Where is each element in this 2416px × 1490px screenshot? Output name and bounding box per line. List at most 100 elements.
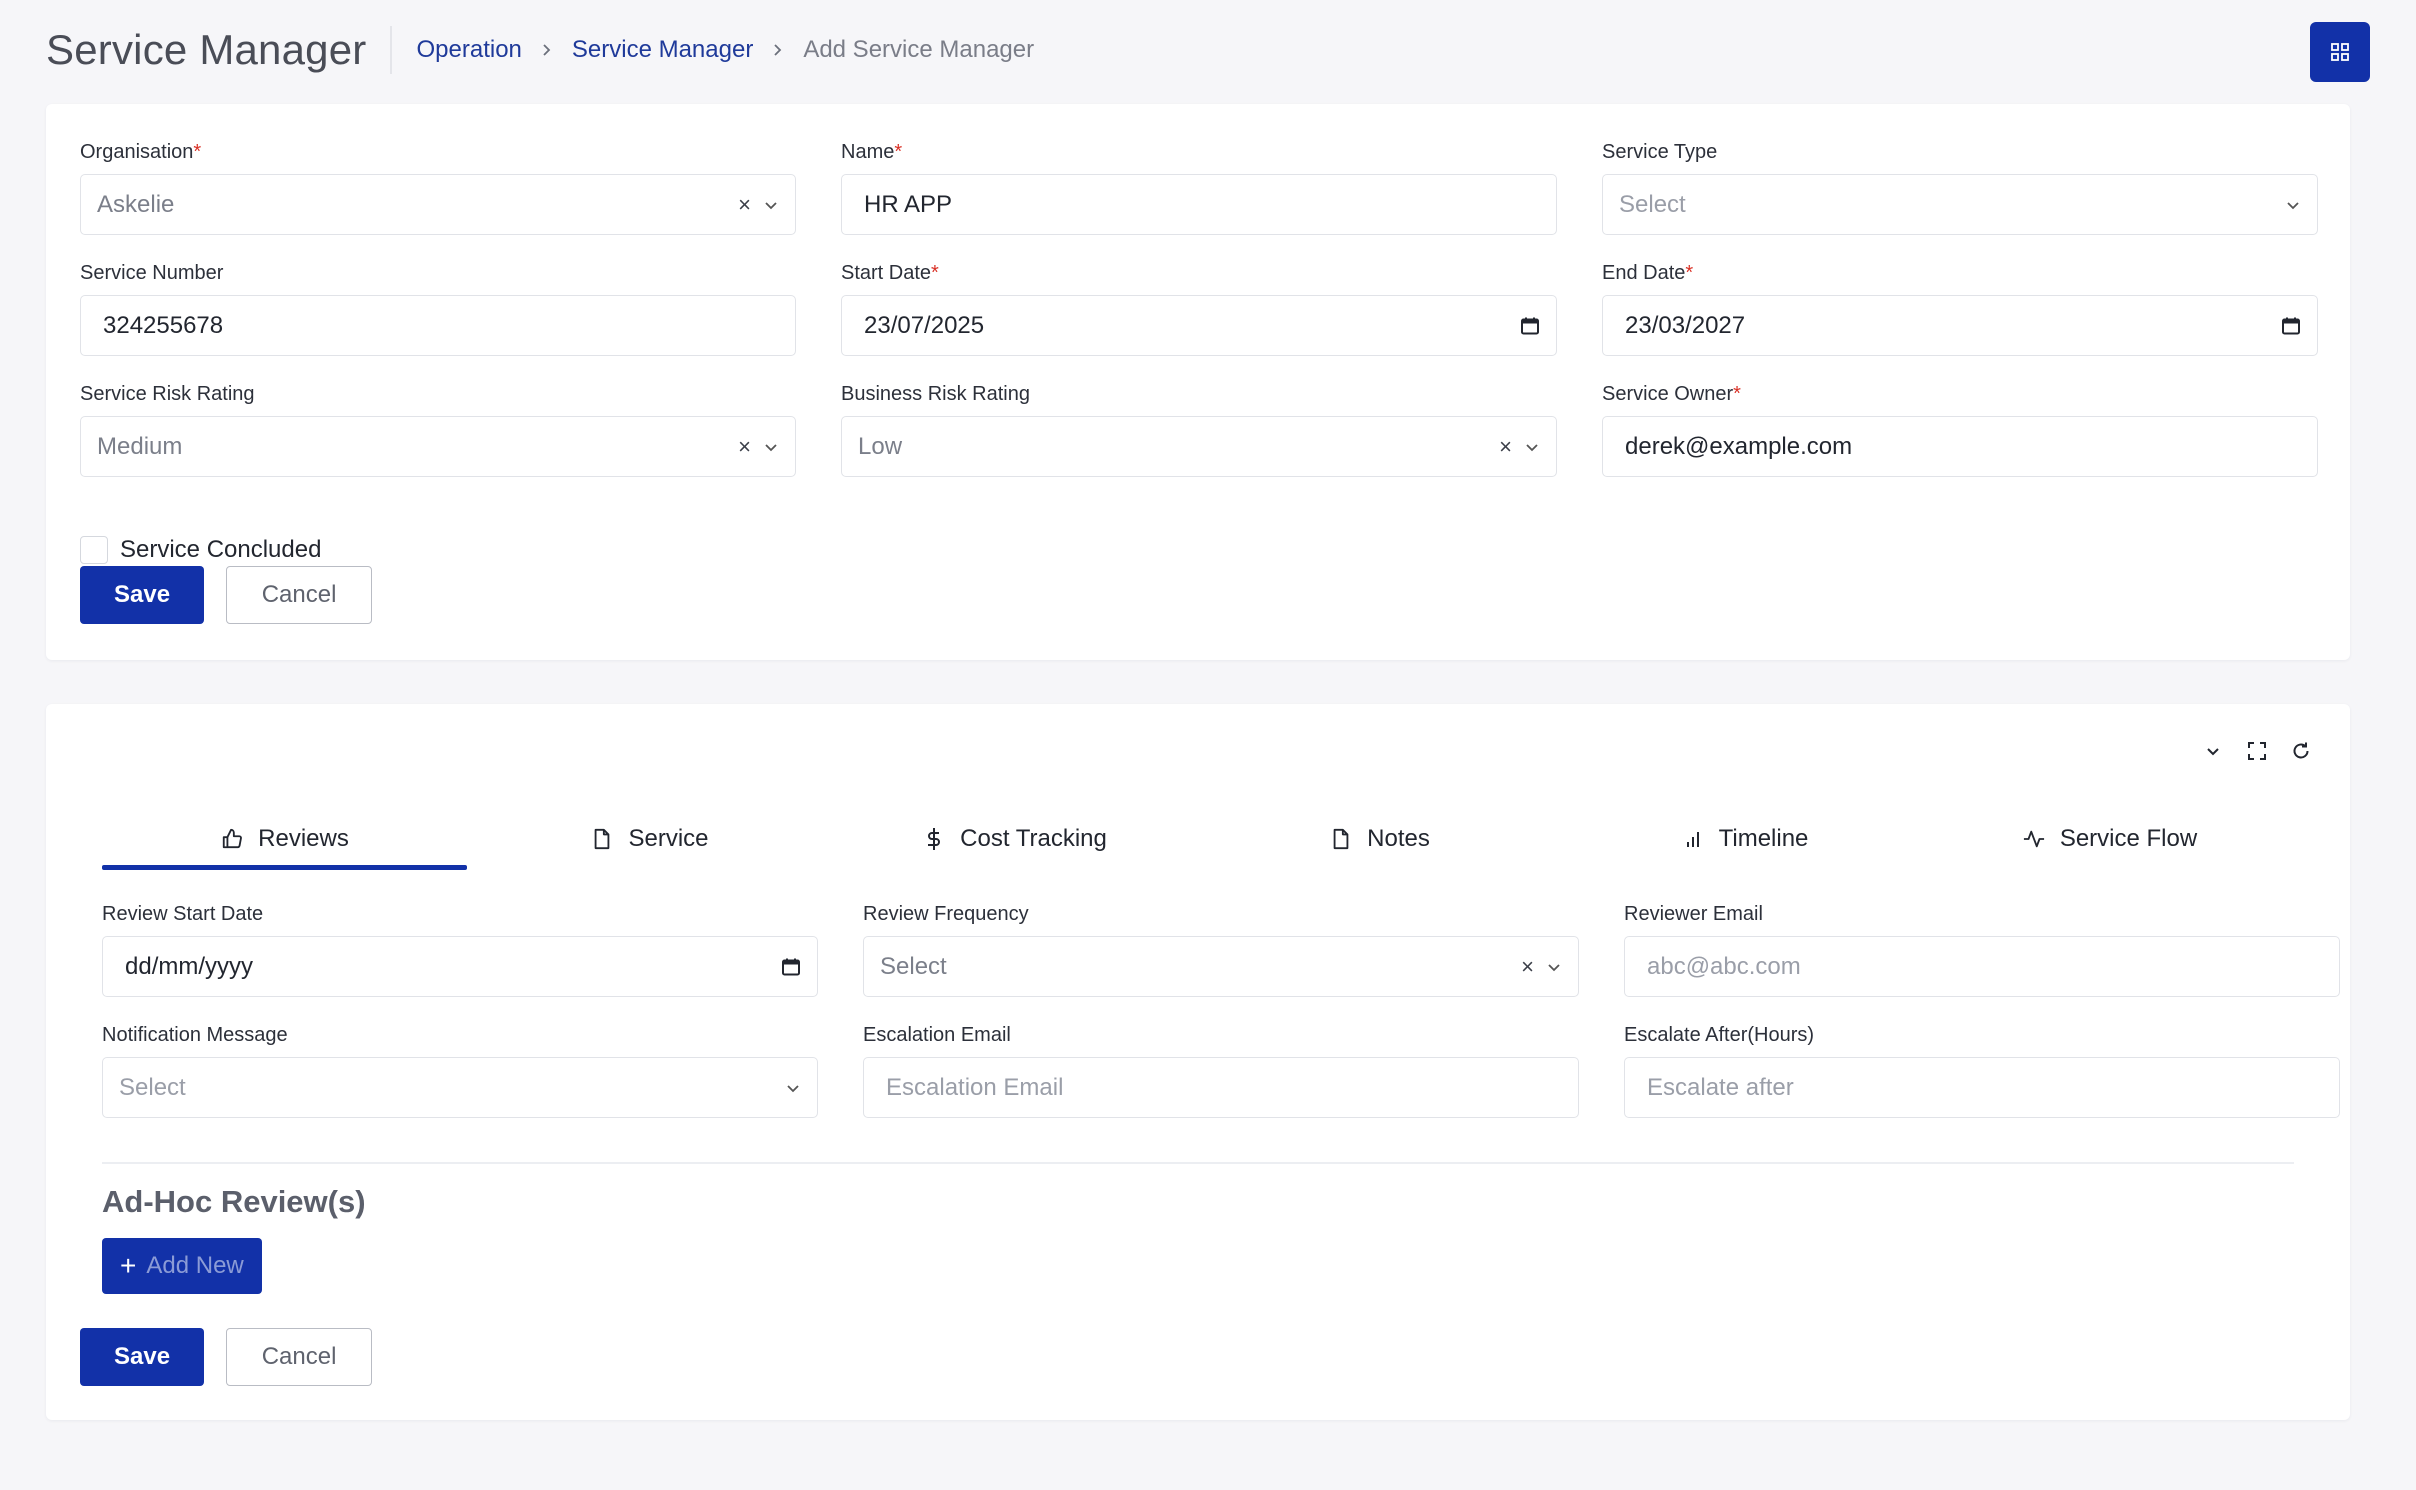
tab-service-flow[interactable]: Service Flow (1927, 808, 2292, 870)
business-risk-rating-select[interactable]: Low × (841, 416, 1557, 477)
add-new-button[interactable]: + Add New (102, 1238, 262, 1294)
tab-label: Service (628, 825, 709, 852)
service-number-value: 324255678 (103, 311, 224, 339)
add-new-label: Add New (146, 1252, 244, 1279)
collapse-icon[interactable] (2202, 740, 2224, 762)
reviewer-email-field: Reviewer Email abc@abc.com (1624, 902, 2340, 997)
form-actions: Save Cancel (80, 566, 373, 624)
escalation-email-field: Escalation Email Escalation Email (863, 1023, 1579, 1118)
service-form-card: Organisation * Askelie × Name * HR APP Ser… (46, 104, 2350, 660)
grid-icon (2331, 43, 2349, 61)
escalate-after-placeholder: Escalate after (1647, 1073, 1794, 1101)
notification-message-select[interactable]: Select (102, 1057, 818, 1118)
tab-notes[interactable]: Notes (1197, 808, 1562, 870)
review-start-date-input[interactable]: dd/mm/yyyy (102, 936, 818, 997)
cancel-button[interactable]: Cancel (226, 1328, 373, 1386)
chevron-right-icon (540, 43, 554, 57)
escalation-email-placeholder: Escalation Email (886, 1073, 1064, 1101)
escalate-after-input[interactable]: Escalate after (1624, 1057, 2340, 1118)
tab-timeline[interactable]: Timeline (1562, 808, 1927, 870)
page-header: Service Manager Operation Service Manage… (46, 14, 2370, 86)
card-tools (2202, 740, 2312, 762)
tab-label: Service Flow (2059, 825, 2198, 852)
tab-label: Timeline (1718, 825, 1809, 852)
required-asterisk: * (931, 262, 939, 284)
tab-label: Notes (1367, 825, 1430, 852)
calendar-icon[interactable] (2281, 316, 2301, 336)
save-button[interactable]: Save (80, 566, 205, 624)
organisation-value: Askelie (97, 190, 175, 218)
tab-label: Reviews (258, 825, 349, 852)
end-date-input[interactable]: 23/03/2027 (1602, 295, 2318, 356)
service-type-select[interactable]: Select (1602, 174, 2318, 235)
review-start-date-field: Review Start Date dd/mm/yyyy (102, 902, 818, 997)
service-owner-input[interactable]: derek@example.com (1602, 416, 2318, 477)
page-title: Service Manager (46, 26, 393, 74)
chevron-down-icon[interactable] (785, 1080, 801, 1096)
start-date-input[interactable]: 23/07/2025 (841, 295, 1557, 356)
review-start-date-value: dd/mm/yyyy (125, 952, 254, 980)
escalation-email-input[interactable]: Escalation Email (863, 1057, 1579, 1118)
chevron-down-icon[interactable] (1524, 439, 1540, 455)
service-concluded-checkbox[interactable] (80, 536, 108, 564)
service-concluded-label[interactable]: Service Concluded (120, 536, 321, 564)
name-input[interactable]: HR APP (841, 174, 1557, 235)
escalate-after-label: Escalate After(Hours) (1624, 1024, 1815, 1046)
section-divider (102, 1162, 2294, 1164)
review-frequency-field: Review Frequency Select × (863, 902, 1579, 997)
fullscreen-icon[interactable] (2246, 740, 2268, 762)
service-risk-rating-field: Service Risk Rating Medium × (80, 382, 796, 477)
chevron-down-icon[interactable] (763, 197, 779, 213)
name-label: Name (841, 141, 895, 163)
chevron-down-icon[interactable] (1546, 959, 1562, 975)
breadcrumb-service-manager[interactable]: Service Manager (572, 36, 753, 64)
end-date-value: 23/03/2027 (1625, 311, 1746, 339)
calendar-icon[interactable] (1520, 316, 1540, 336)
tab-reviews[interactable]: Reviews (102, 808, 467, 870)
name-value: HR APP (864, 190, 953, 218)
organisation-label: Organisation (80, 141, 194, 163)
end-date-label: End Date (1602, 262, 1686, 284)
bar-chart-icon (1681, 827, 1705, 851)
clear-icon[interactable]: × (1499, 435, 1512, 458)
review-start-date-label: Review Start Date (102, 903, 264, 925)
chevron-down-icon[interactable] (763, 439, 779, 455)
business-risk-rating-label: Business Risk Rating (841, 383, 1030, 405)
save-button[interactable]: Save (80, 1328, 205, 1386)
calendar-icon[interactable] (781, 957, 801, 977)
breadcrumb-operation[interactable]: Operation (416, 36, 521, 64)
reviews-card: Reviews Service Cost Tracking Notes Time… (46, 704, 2350, 1420)
clear-icon[interactable]: × (738, 435, 751, 458)
tab-cost-tracking[interactable]: Cost Tracking (832, 808, 1197, 870)
breadcrumb: Operation Service Manager Add Service Ma… (416, 36, 1034, 64)
breadcrumb-current: Add Service Manager (803, 36, 1035, 63)
refresh-icon[interactable] (2290, 740, 2312, 762)
notification-message-placeholder: Select (119, 1073, 186, 1101)
service-number-input[interactable]: 324255678 (80, 295, 796, 356)
service-owner-field: Service Owner* derek@example.com (1602, 382, 2318, 477)
clear-icon[interactable]: × (1521, 955, 1534, 978)
organisation-select[interactable]: Askelie × (80, 174, 796, 235)
cancel-button[interactable]: Cancel (226, 566, 373, 624)
service-risk-rating-select[interactable]: Medium × (80, 416, 796, 477)
required-asterisk: * (1733, 383, 1741, 405)
chevron-down-icon[interactable] (2285, 197, 2301, 213)
document-icon (590, 827, 614, 851)
review-frequency-select[interactable]: Select × (863, 936, 1579, 997)
thumbs-up-icon (220, 827, 244, 851)
business-risk-rating-value: Low (858, 432, 903, 460)
end-date-field: End Date* 23/03/2027 (1602, 261, 2318, 356)
service-owner-label: Service Owner (1602, 383, 1734, 405)
apps-grid-button[interactable] (2310, 22, 2370, 82)
start-date-field: Start Date* 23/07/2025 (841, 261, 1557, 356)
service-number-field: Service Number 324255678 (80, 261, 796, 356)
start-date-value: 23/07/2025 (864, 311, 985, 339)
activity-icon (2022, 827, 2046, 851)
reviewer-email-input[interactable]: abc@abc.com (1624, 936, 2340, 997)
service-risk-rating-label: Service Risk Rating (80, 383, 255, 405)
reviews-actions: Save Cancel (80, 1328, 373, 1386)
clear-icon[interactable]: × (738, 193, 751, 216)
tab-service[interactable]: Service (467, 808, 832, 870)
chevron-right-icon (771, 43, 785, 57)
business-risk-rating-field: Business Risk Rating Low × (841, 382, 1557, 477)
